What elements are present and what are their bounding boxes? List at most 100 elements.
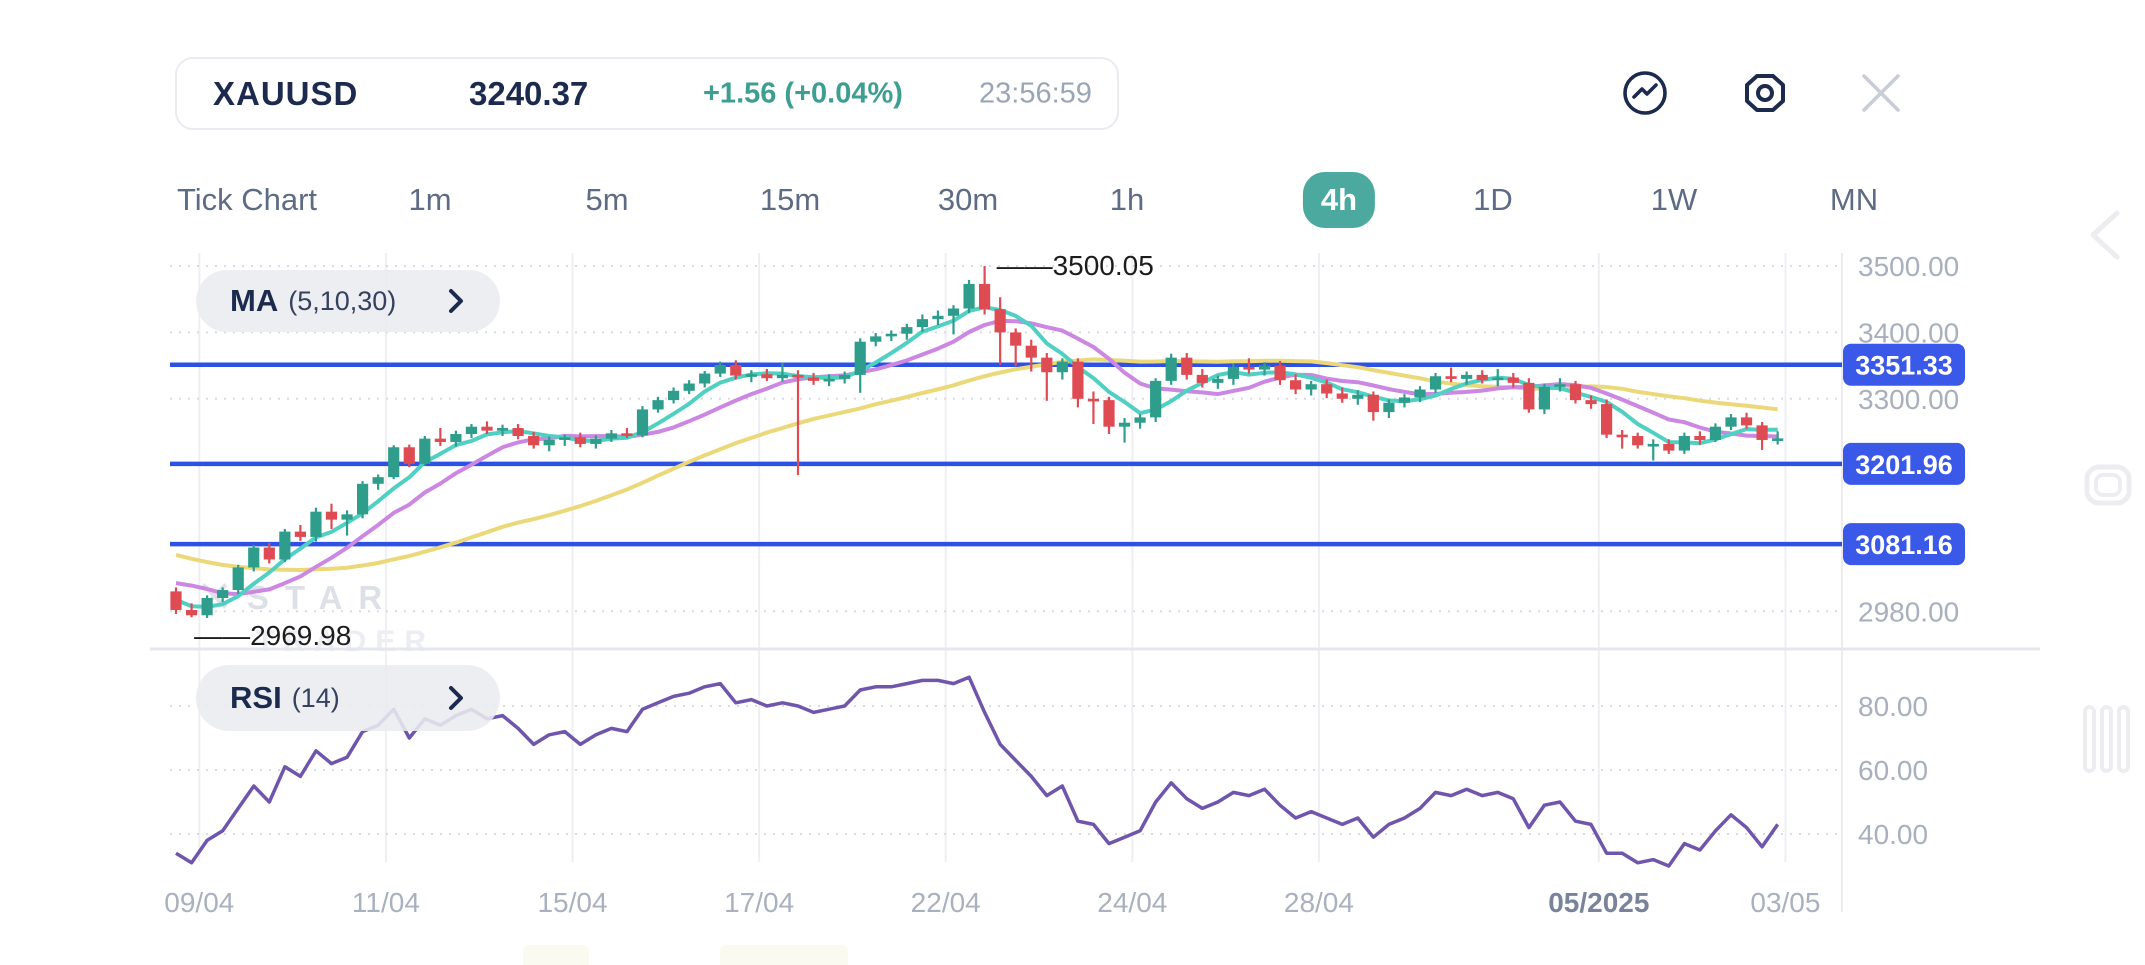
candle-body <box>668 391 679 400</box>
rsi-params: (14) <box>292 683 340 714</box>
candle-body <box>1212 379 1223 383</box>
candle-body <box>279 532 290 560</box>
candle-body <box>559 437 570 440</box>
candle-body <box>1492 378 1503 381</box>
date-axis-label: 11/04 <box>352 887 420 918</box>
candle-body <box>1103 400 1114 427</box>
candle-body <box>1570 384 1581 400</box>
candle-body <box>948 308 959 315</box>
date-axis-label: 09/04 <box>164 887 234 918</box>
candle-body <box>248 548 259 568</box>
candle-body <box>1181 358 1192 375</box>
candle-body <box>1088 399 1099 402</box>
candle-body <box>310 512 321 537</box>
candle-body <box>481 427 492 431</box>
candle-body <box>1026 346 1037 358</box>
candle-body <box>1150 381 1161 418</box>
low-price-marker: ——2969.98 <box>194 620 351 651</box>
candle-body <box>979 284 990 309</box>
candle-body <box>1306 384 1317 389</box>
candle-body <box>388 447 399 477</box>
candle-body <box>1772 438 1783 441</box>
candle-body <box>1399 397 1410 402</box>
candle-body <box>1508 378 1519 383</box>
candle-body <box>1741 417 1752 425</box>
candle-body <box>870 336 881 341</box>
candle-body <box>1414 390 1425 398</box>
candle-body <box>621 433 632 436</box>
candle-body <box>1725 417 1736 426</box>
candle-body <box>1135 417 1146 422</box>
candle-body <box>1523 383 1534 410</box>
candle-body <box>1477 375 1488 380</box>
candle-body <box>1243 367 1254 370</box>
candle-body <box>684 384 695 391</box>
candle-body <box>963 284 974 309</box>
candle-body <box>1010 332 1021 345</box>
candle-body <box>746 374 757 377</box>
candle-body <box>575 437 586 444</box>
candle-body <box>1601 404 1612 435</box>
candle-body <box>808 378 819 381</box>
candle-body <box>544 440 555 445</box>
candle-body <box>1461 375 1472 379</box>
candle-body <box>497 428 508 431</box>
candle-body <box>1446 376 1457 379</box>
candle-body <box>855 342 866 375</box>
candle-body <box>264 548 275 560</box>
candle-body <box>233 567 244 590</box>
candle-body <box>1352 395 1363 399</box>
candle-body <box>995 309 1006 332</box>
high-price-marker: ——3500.05 <box>997 250 1154 281</box>
date-axis-label: 28/04 <box>1284 887 1354 918</box>
candle-body <box>341 514 352 519</box>
candle-body <box>326 512 337 520</box>
candle-body <box>1166 358 1177 381</box>
candle-body <box>1554 384 1565 387</box>
candle-body <box>466 427 477 434</box>
date-axis-label: 05/2025 <box>1548 887 1649 918</box>
price-axis-label: 2980.00 <box>1858 596 1959 627</box>
date-axis-label: 17/04 <box>724 887 794 918</box>
price-axis-label: 3500.00 <box>1858 251 1959 282</box>
candle-body <box>1228 367 1239 379</box>
candle-body <box>715 365 726 374</box>
ma-indicator-button[interactable]: MA (5,10,30) <box>196 270 500 332</box>
candle-body <box>824 379 835 382</box>
candle-body <box>1072 362 1083 399</box>
candle-body <box>450 434 461 442</box>
date-axis-label: 24/04 <box>1097 887 1167 918</box>
rsi-axis-label: 60.00 <box>1858 755 1928 786</box>
candle-body <box>1383 403 1394 412</box>
candle-body <box>1041 358 1052 373</box>
ma-params: (5,10,30) <box>288 286 396 317</box>
candle-body <box>1539 387 1550 410</box>
price-chart-canvas[interactable]: 3500.003400.003300.002980.0080.0060.0040… <box>0 0 2145 965</box>
candle-body <box>419 439 430 464</box>
candle-body <box>839 375 850 379</box>
candle-body <box>170 591 181 610</box>
date-axis-label: 22/04 <box>911 887 981 918</box>
candle-body <box>1710 427 1721 440</box>
candle-body <box>1197 375 1208 383</box>
candle-body <box>357 484 368 515</box>
candle-body <box>901 327 912 334</box>
candle-body <box>435 439 446 442</box>
candle-body <box>1648 444 1659 447</box>
candle-body <box>186 610 197 615</box>
rsi-axis-label: 80.00 <box>1858 691 1928 722</box>
price-level-value: 3351.33 <box>1855 351 1953 381</box>
candle-body <box>1632 436 1643 445</box>
candle-body <box>202 598 213 615</box>
candle-body <box>932 316 943 319</box>
candle-body <box>1368 395 1379 412</box>
rsi-label: RSI <box>230 680 282 716</box>
candle-body <box>1057 362 1068 373</box>
candle-body <box>1290 380 1301 389</box>
price-axis-label: 3300.00 <box>1858 384 1959 415</box>
candle-body <box>1585 400 1596 404</box>
candle-body <box>1337 393 1348 398</box>
date-axis-label: 03/05 <box>1750 887 1820 918</box>
rsi-indicator-button[interactable]: RSI (14) <box>196 665 500 731</box>
candle-body <box>606 433 617 438</box>
